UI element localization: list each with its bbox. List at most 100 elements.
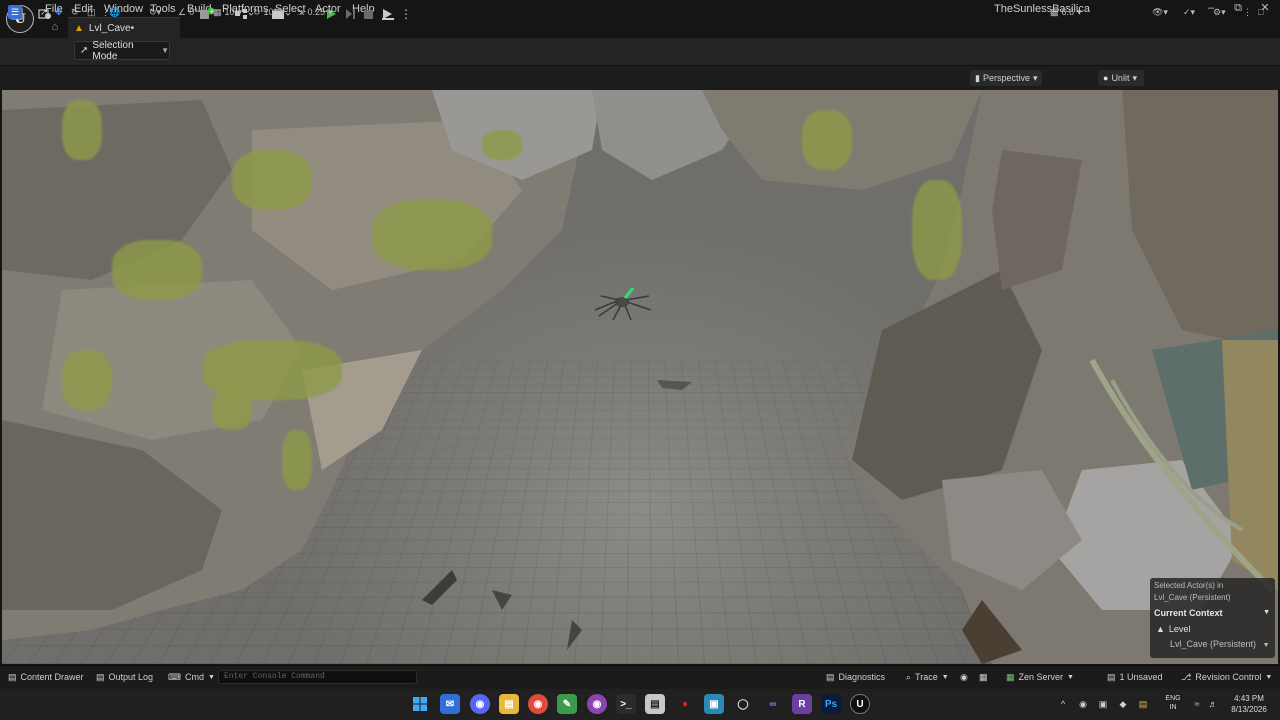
diagnostics-button[interactable]: ▤ Diagnostics bbox=[826, 670, 885, 684]
level-icon: ▲ bbox=[74, 23, 84, 34]
current-context-header[interactable]: Current Context ▼ bbox=[1150, 606, 1275, 620]
moss-patch bbox=[62, 100, 102, 160]
console-command-input[interactable]: Enter Console Command bbox=[218, 670, 417, 684]
github-icon[interactable]: ◉ bbox=[587, 694, 607, 714]
content-drawer-label: Content Drawer bbox=[21, 672, 84, 682]
lang-line1: ENG bbox=[1160, 694, 1186, 703]
selection-mode-dropdown[interactable]: ➚ Selection Mode ▼ bbox=[74, 41, 170, 60]
chevron-down-icon: ▼ bbox=[1263, 606, 1270, 620]
output-log-button[interactable]: ▤ Output Log bbox=[96, 670, 153, 684]
tray-overflow-icon[interactable]: ^ bbox=[1056, 697, 1070, 711]
settings-gear-icon[interactable]: ⚙▾ bbox=[1213, 4, 1226, 20]
grid-snap[interactable]: ▦ 10 ▾ bbox=[213, 4, 242, 20]
rotation-snap-value: 0° bbox=[189, 7, 198, 17]
tray-discord-icon[interactable]: ◉ bbox=[1076, 697, 1090, 711]
revision-icon: ⎇ bbox=[1181, 672, 1191, 683]
view-mode-dropdown[interactable]: ● Unlit ▾ bbox=[1098, 70, 1144, 86]
moss-patch bbox=[802, 110, 852, 170]
diagnostics-label: Diagnostics bbox=[839, 672, 886, 682]
world-space-icon[interactable]: 🌐 bbox=[109, 4, 120, 20]
drawer-icon: ▤ bbox=[8, 672, 17, 683]
notepad-plus-icon[interactable]: ✎ bbox=[557, 694, 577, 714]
terminal-icon[interactable]: >_ bbox=[616, 694, 636, 714]
stop-icon[interactable] bbox=[360, 4, 376, 24]
chevron-down-icon: ▼ bbox=[942, 674, 949, 681]
tab-level[interactable]: ▲ Lvl_Cave• bbox=[68, 17, 180, 38]
viewport-menu-icon[interactable]: ☰ bbox=[8, 4, 22, 20]
visual-studio-icon[interactable]: ∞ bbox=[763, 694, 783, 714]
angle-snap-icon: ↻ bbox=[253, 7, 261, 18]
scale-snap-value: 0.25 bbox=[308, 7, 326, 17]
sandbox-icon[interactable]: ▣ bbox=[704, 694, 724, 714]
step-icon[interactable] bbox=[342, 4, 358, 24]
wifi-icon[interactable]: ≈ bbox=[1190, 697, 1204, 711]
chevron-down-icon: ▼ bbox=[1263, 642, 1270, 649]
diagnostics-icon: ▤ bbox=[826, 672, 835, 683]
chevron-down-icon: ▼ bbox=[208, 674, 215, 681]
trace-dropdown[interactable]: ⌕ Trace ▼ bbox=[906, 670, 949, 684]
clock[interactable]: 4:43 PM 8/13/2026 bbox=[1224, 693, 1274, 715]
revision-control-label: Revision Control bbox=[1195, 672, 1261, 682]
trace-icon: ⌕ bbox=[906, 672, 911, 683]
outlook-icon[interactable]: ✉ bbox=[440, 694, 460, 714]
move-tool-icon[interactable]: ✥ bbox=[55, 4, 63, 20]
photoshop-icon[interactable]: Ps bbox=[821, 694, 841, 714]
selected-actors-line1: Selected Actor(s) in bbox=[1154, 580, 1272, 592]
moss-patch bbox=[912, 180, 962, 280]
content-drawer-button[interactable]: ▤ Content Drawer bbox=[8, 670, 84, 684]
perspective-icon: ▮ bbox=[975, 73, 980, 84]
selected-actors-line2: Lvl_Cave (Persistent) bbox=[1154, 592, 1272, 604]
unreal-engine-icon[interactable]: U bbox=[850, 694, 870, 714]
file-explorer-icon[interactable]: ▤ bbox=[499, 694, 519, 714]
perspective-dropdown[interactable]: ▮ Perspective ▾ bbox=[970, 70, 1042, 86]
language-indicator[interactable]: ENG IN bbox=[1160, 694, 1186, 712]
rider-icon[interactable]: R bbox=[792, 694, 812, 714]
current-context-label: Current Context bbox=[1154, 608, 1223, 618]
angle-snap-value: 10° bbox=[264, 7, 278, 17]
spider-actor[interactable] bbox=[585, 280, 655, 320]
tray-app-icon[interactable]: ▣ bbox=[1096, 697, 1110, 711]
close-icon[interactable]: ✕ bbox=[1252, 0, 1278, 16]
document-icon[interactable]: ▤ bbox=[645, 694, 665, 714]
unsaved-button[interactable]: ▤ 1 Unsaved bbox=[1107, 670, 1163, 684]
performance-icon[interactable]: ✓▾ bbox=[1183, 4, 1195, 20]
screenshot-icon[interactable]: ▦ bbox=[979, 670, 988, 684]
context-level-dropdown[interactable]: Lvl_Cave (Persistent) ▼ bbox=[1170, 637, 1270, 653]
show-flags-icon[interactable]: 👁▾ bbox=[1152, 4, 1168, 20]
rotate-tool-icon[interactable]: ↻ bbox=[71, 4, 79, 20]
context-level-label: Level bbox=[1169, 622, 1191, 636]
surface-snap-icon[interactable]: ↻▾ bbox=[149, 4, 161, 20]
scale-snap[interactable]: ⇲ 0.25 ▾ bbox=[297, 4, 333, 20]
scale-tool-icon[interactable]: ◫ bbox=[87, 4, 96, 20]
scale-snap-icon: ⇲ bbox=[297, 7, 305, 18]
red-app-icon[interactable]: ♦ bbox=[675, 694, 695, 714]
zen-server-dropdown[interactable]: ▦ Zen Server ▼ bbox=[1006, 670, 1074, 684]
tray-folder-icon[interactable]: ▤ bbox=[1136, 697, 1150, 711]
github-desktop-icon[interactable]: ◯ bbox=[733, 694, 753, 714]
discord-icon[interactable]: ◉ bbox=[470, 694, 490, 714]
sphere-icon: ● bbox=[1103, 73, 1108, 83]
camera-speed-value: 6.6 bbox=[1062, 7, 1075, 17]
viewport-more-icon[interactable]: ⋮ bbox=[1243, 4, 1252, 20]
angle-snap[interactable]: ↻ 10° ▾ bbox=[253, 4, 285, 20]
volume-icon[interactable]: ♬ bbox=[1206, 697, 1220, 711]
cmd-label: Cmd bbox=[185, 672, 204, 682]
rotation-snap[interactable]: ∠ 0° bbox=[178, 4, 198, 20]
revision-control-dropdown[interactable]: ⎇ Revision Control ▼ bbox=[1181, 670, 1272, 684]
camera-speed[interactable]: ▩ 6.6 ▾ bbox=[1050, 4, 1082, 20]
chevron-down-icon: ▼ bbox=[161, 46, 169, 55]
cursor-icon: ➚ bbox=[80, 45, 88, 56]
context-level-item[interactable]: ▲ Level bbox=[1156, 622, 1190, 636]
clock-time: 4:43 PM bbox=[1224, 693, 1274, 704]
chrome-icon[interactable]: ◉ bbox=[528, 694, 548, 714]
maximize-viewport-icon[interactable]: □ bbox=[1258, 4, 1263, 20]
level-viewport[interactable] bbox=[2, 90, 1278, 664]
record-icon[interactable]: ◉ bbox=[960, 670, 968, 684]
tray-shield-icon[interactable]: ◆ bbox=[1116, 697, 1130, 711]
windows-start-icon[interactable] bbox=[410, 694, 430, 714]
cmd-dropdown[interactable]: ⌨ Cmd ▼ bbox=[168, 670, 215, 684]
eject-icon[interactable] bbox=[378, 4, 398, 24]
chevron-down-icon: ▼ bbox=[1067, 674, 1074, 681]
select-tool-icon[interactable]: ➚ bbox=[40, 4, 48, 20]
more-options-icon[interactable]: ⋮ bbox=[400, 4, 412, 24]
